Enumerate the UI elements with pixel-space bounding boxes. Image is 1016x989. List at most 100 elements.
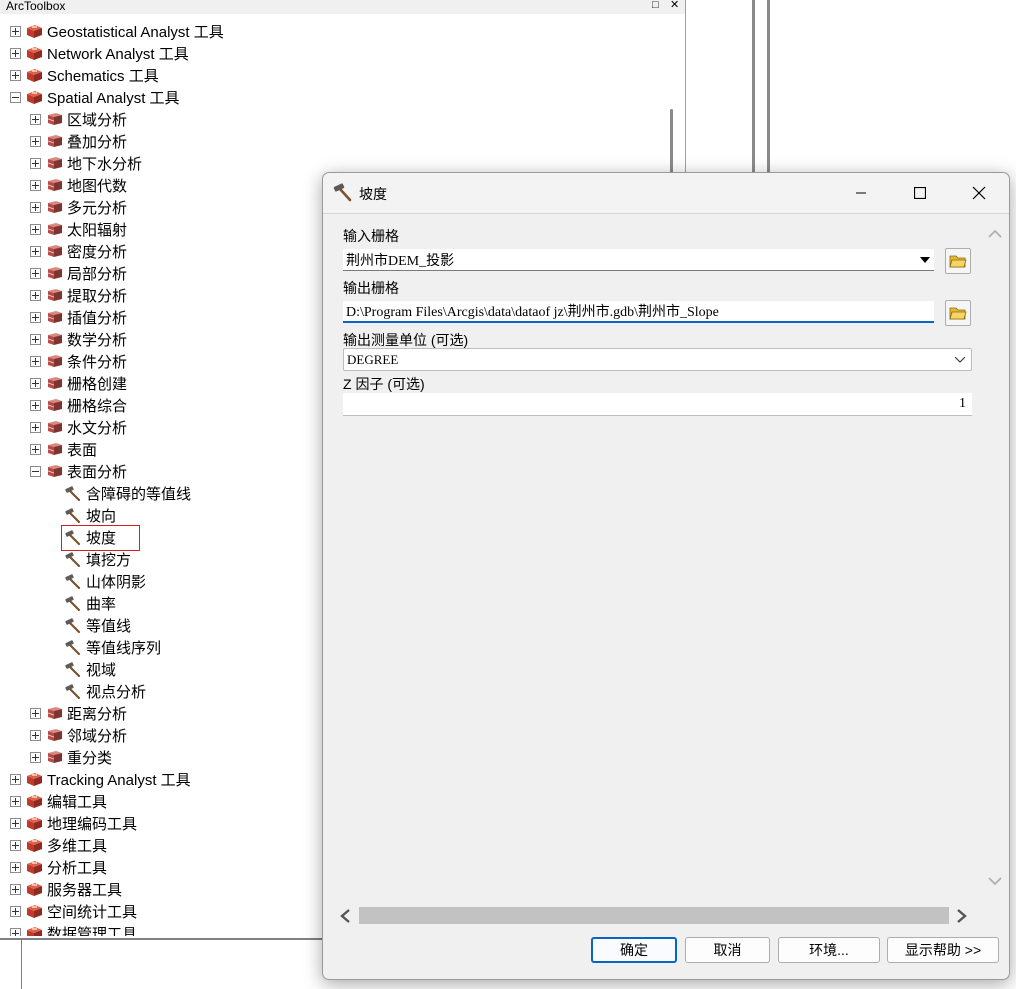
expand-plus-icon[interactable] [30,751,41,763]
tree-node-item[interactable]: Geostatistical Analyst 工具 [10,20,224,42]
expand-plus-icon[interactable] [30,399,41,411]
expand-plus-icon[interactable] [30,443,41,455]
tree-node-item[interactable]: 多维工具 [10,834,107,856]
scrollbar-thumb[interactable] [359,907,949,924]
expand-plus-icon[interactable] [30,113,41,125]
tree-node-item[interactable]: 提取分析 [30,284,127,306]
tree-item-label: 编辑工具 [47,793,108,811]
tree-node-item[interactable]: 空间统计工具 [10,900,137,922]
output-raster-input[interactable]: D:\Program Files\Arcgis\data\dataof jz\荆… [343,301,934,323]
expand-plus-icon[interactable] [10,795,21,807]
restore-icon[interactable]: □ [652,0,659,11]
tree-node-item[interactable]: 数据管理工具 [10,922,137,936]
tree-node-item[interactable]: 编辑工具 [10,790,107,812]
environments-button[interactable]: 环境... [778,937,880,963]
tree-node-item[interactable]: 重分类 [30,746,112,768]
expand-plus-icon[interactable] [10,883,21,895]
tree-node-item[interactable]: Spatial Analyst 工具 [10,86,180,108]
tree-node-item[interactable]: 邻域分析 [30,724,127,746]
maximize-button[interactable] [892,173,948,213]
tree-tool-item[interactable]: 含障碍的等值线 [64,482,191,504]
expand-plus-icon[interactable] [30,355,41,367]
scroll-up-icon[interactable] [988,229,1002,238]
output-raster-browse-button[interactable] [945,300,971,326]
tree-node-item[interactable]: 地图代数 [30,174,127,196]
expand-plus-icon[interactable] [10,927,21,936]
expand-plus-icon[interactable] [10,839,21,851]
ok-button[interactable]: 确定 [591,937,677,963]
expand-plus-icon[interactable] [30,201,41,213]
scroll-down-icon[interactable] [988,877,1002,886]
show-help-button[interactable]: 显示帮助 >> [887,937,999,963]
tree-node-item[interactable]: 太阳辐射 [30,218,127,240]
tree-node-item[interactable]: 多元分析 [30,196,127,218]
dialog-vertical-scrollbar[interactable] [983,213,1007,905]
tree-node-item[interactable]: 密度分析 [30,240,127,262]
tree-node-item[interactable]: 地理编码工具 [10,812,137,834]
tree-node-item[interactable]: 表面 [30,438,97,460]
collapse-minus-icon[interactable] [10,91,21,103]
tree-node-item[interactable]: 距离分析 [30,702,127,724]
expand-plus-icon[interactable] [30,421,41,433]
tree-node-item[interactable]: 叠加分析 [30,130,127,152]
expand-plus-icon[interactable] [30,157,41,169]
tree-node-item[interactable]: 栅格综合 [30,394,127,416]
output-measurement-select[interactable]: DEGREE [343,348,972,371]
expand-plus-icon[interactable] [30,707,41,719]
tree-node-item[interactable]: 插值分析 [30,306,127,328]
cancel-button[interactable]: 取消 [685,937,770,963]
z-factor-input[interactable]: 1 [343,393,972,416]
collapse-minus-icon[interactable] [30,465,41,477]
expand-plus-icon[interactable] [10,861,21,873]
expand-plus-icon[interactable] [30,267,41,279]
input-raster-browse-button[interactable] [945,248,971,274]
expand-plus-icon[interactable] [30,729,41,741]
tree-node-item[interactable]: 分析工具 [10,856,107,878]
scroll-left-icon[interactable] [340,909,350,923]
tree-tool-item[interactable]: 填挖方 [64,548,131,570]
scroll-right-icon[interactable] [957,909,967,923]
expand-plus-icon[interactable] [30,179,41,191]
expand-plus-icon[interactable] [10,773,21,785]
expand-plus-icon[interactable] [30,311,41,323]
tree-tool-item[interactable]: 曲率 [64,592,116,614]
tree-tool-item[interactable]: 坡向 [64,504,116,526]
expand-plus-icon[interactable] [10,905,21,917]
expand-plus-icon[interactable] [10,47,21,59]
close-button[interactable] [951,173,1007,213]
dialog-horizontal-scrollbar[interactable] [337,905,977,927]
tree-node-item[interactable]: 局部分析 [30,262,127,284]
tree-tool-item[interactable]: 视域 [64,658,116,680]
tree-node-item[interactable]: 服务器工具 [10,878,122,900]
tree-node-item[interactable]: 栅格创建 [30,372,127,394]
expand-plus-icon[interactable] [10,69,21,81]
dropdown-arrow-icon[interactable] [920,257,930,263]
expand-plus-icon[interactable] [30,333,41,345]
tree-node-item[interactable]: 水文分析 [30,416,127,438]
expand-plus-icon[interactable] [30,289,41,301]
tree-tool-item[interactable]: 等值线 [64,614,131,636]
expand-plus-icon[interactable] [10,817,21,829]
tree-node-item[interactable]: Tracking Analyst 工具 [10,768,191,790]
close-icon[interactable]: ✕ [670,0,679,11]
tree-item-label: 表面 [67,441,98,459]
tree-node-item[interactable]: 条件分析 [30,350,127,372]
expand-plus-icon[interactable] [30,223,41,235]
output-measurement-label: 输出测量单位 (可选) [343,332,469,348]
tree-node-item[interactable]: 表面分析 [30,460,127,482]
tree-node-item[interactable]: Schematics 工具 [10,64,159,86]
minimize-button[interactable] [833,173,889,213]
splitter-line [752,0,755,175]
expand-plus-icon[interactable] [30,377,41,389]
expand-plus-icon[interactable] [30,135,41,147]
tree-node-item[interactable]: 区域分析 [30,108,127,130]
tree-tool-item[interactable]: 山体阴影 [64,570,146,592]
tree-tool-item[interactable]: 视点分析 [64,680,146,702]
tree-node-item[interactable]: 地下水分析 [30,152,142,174]
expand-plus-icon[interactable] [10,25,21,37]
input-raster-combobox[interactable]: 荆州市DEM_投影 [343,249,934,271]
tree-node-item[interactable]: 数学分析 [30,328,127,350]
tree-node-item[interactable]: Network Analyst 工具 [10,42,189,64]
expand-plus-icon[interactable] [30,245,41,257]
tree-tool-item[interactable]: 等值线序列 [64,636,161,658]
